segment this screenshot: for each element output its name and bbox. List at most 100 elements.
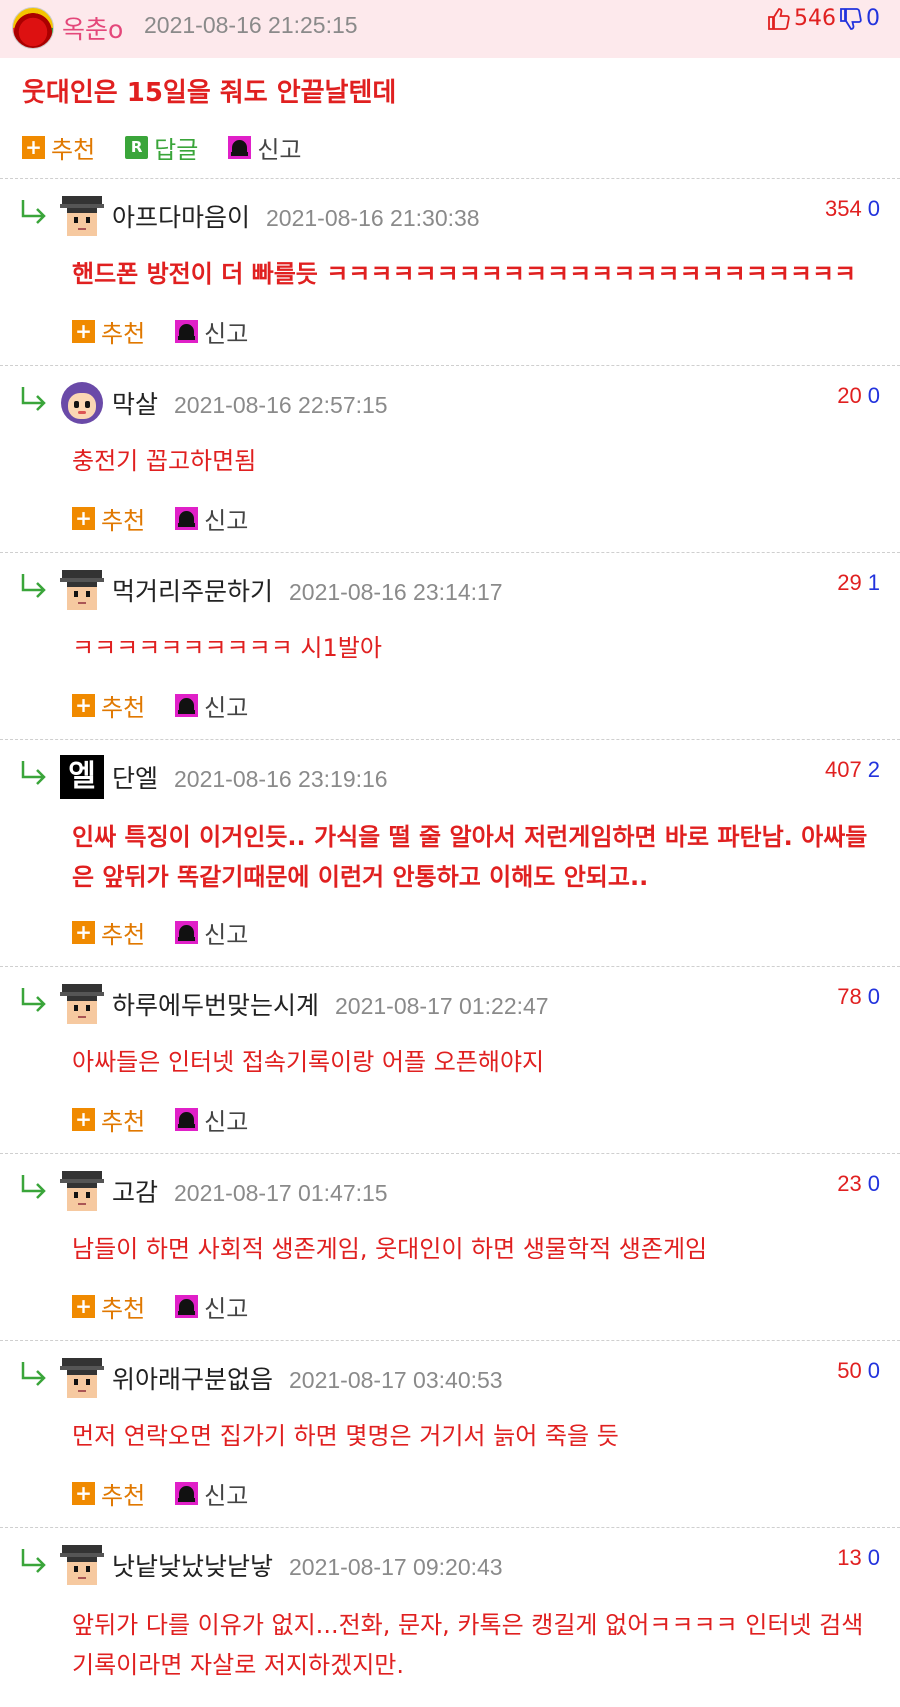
comment: 위아래구분없음 2021-08-17 03:40:53 50 0 먼저 연락오면 집… xyxy=(0,1346,900,1527)
comment-actions: + 추천 신고 xyxy=(72,1476,248,1511)
comment-text: ㅋㅋㅋㅋㅋㅋㅋㅋㅋㅋ 시1발아 xyxy=(72,634,382,662)
user-avatar[interactable] xyxy=(60,381,104,425)
recommend-button[interactable]: + 추천 xyxy=(72,501,145,536)
report-label: 신고 xyxy=(204,1295,249,1323)
report-button[interactable]: 신고 xyxy=(175,1289,248,1324)
user-avatar[interactable] xyxy=(60,568,104,612)
recommend-button[interactable]: + 추천 xyxy=(72,314,145,349)
reply-button[interactable]: R 답글 xyxy=(125,130,198,165)
downvote-count: 0 xyxy=(867,1358,880,1383)
siren-icon xyxy=(175,320,199,343)
comment-text: 먼저 연락오면 집가기 하면 몇명은 거기서 늙어 죽을 듯 xyxy=(72,1422,619,1450)
upvote-count: 20 xyxy=(837,383,862,408)
downvote-count: 0 xyxy=(867,196,880,221)
comment-actions: + 추천 신고 xyxy=(72,501,248,536)
comment: 고감 2021-08-17 01:47:15 23 0 남들이 하면 사회적 생존게… xyxy=(0,1159,900,1340)
siren-icon xyxy=(228,136,252,159)
user-avatar[interactable] xyxy=(60,1543,104,1587)
report-button[interactable]: 신고 xyxy=(175,1102,248,1137)
recommend-button[interactable]: + 추천 xyxy=(72,1102,145,1137)
reply-arrow-icon xyxy=(21,761,46,785)
post-upvote-count: 546 xyxy=(794,6,836,31)
siren-icon xyxy=(175,921,199,944)
plus-icon: + xyxy=(72,1295,95,1318)
report-button[interactable]: 신고 xyxy=(175,314,248,349)
user-avatar[interactable] xyxy=(60,1169,104,1213)
recommend-label: 추천 xyxy=(51,136,96,164)
user-avatar[interactable] xyxy=(60,194,104,238)
comment-date: 2021-08-17 01:47:15 xyxy=(174,1180,388,1206)
comment-author[interactable]: 막살 xyxy=(112,390,158,419)
comment-votes: 29 1 xyxy=(837,570,880,596)
divider xyxy=(0,739,900,740)
report-label: 신고 xyxy=(204,320,249,348)
siren-icon xyxy=(175,1482,199,1505)
report-button[interactable]: 신고 xyxy=(175,688,248,723)
recommend-button[interactable]: + 추천 xyxy=(72,1289,145,1324)
downvote-count: 2 xyxy=(867,757,880,782)
comment-date: 2021-08-16 23:19:16 xyxy=(174,766,388,792)
downvote-count: 0 xyxy=(867,1545,880,1570)
comment-date: 2021-08-17 01:22:47 xyxy=(335,993,549,1019)
recommend-label: 추천 xyxy=(101,507,146,535)
thumbs-up-icon[interactable] xyxy=(767,7,791,31)
user-avatar[interactable]: 엘 xyxy=(60,755,104,799)
report-button[interactable]: 신고 xyxy=(175,1476,248,1511)
plus-icon: + xyxy=(72,1108,95,1131)
downvote-count: 1 xyxy=(867,570,880,595)
report-button[interactable]: 신고 xyxy=(228,130,302,165)
comment-author[interactable]: 단엘 xyxy=(112,764,158,793)
report-label: 신고 xyxy=(204,921,249,949)
comment-meta: 먹거리주문하기 2021-08-16 23:14:17 xyxy=(112,572,503,608)
comment-text: 앞뒤가 다를 이유가 없지...전화, 문자, 카톡은 캥길게 없어ㅋㅋㅋㅋ 인… xyxy=(72,1611,864,1679)
siren-icon xyxy=(175,694,199,717)
reply-arrow-icon xyxy=(21,200,46,224)
upvote-count: 407 xyxy=(825,757,862,782)
plus-icon: + xyxy=(72,694,95,717)
comment-date: 2021-08-17 09:20:43 xyxy=(289,1554,503,1580)
upvote-count: 13 xyxy=(837,1545,862,1570)
siren-icon xyxy=(175,1108,199,1131)
comment-author[interactable]: 아프다마음이 xyxy=(112,203,250,232)
comment-author[interactable]: 먹거리주문하기 xyxy=(112,577,273,606)
upvote-count: 29 xyxy=(837,570,862,595)
thumbs-down-icon[interactable] xyxy=(839,7,863,31)
comment-actions: + 추천 신고 xyxy=(72,314,248,349)
comment-text: 충전기 꼽고하면됨 xyxy=(72,447,257,475)
divider xyxy=(0,1153,900,1154)
recommend-button[interactable]: + 추천 xyxy=(72,688,145,723)
comment-meta: 단엘 2021-08-16 23:19:16 xyxy=(112,759,388,795)
comment: 먹거리주문하기 2021-08-16 23:14:17 29 1 ㅋㅋㅋㅋㅋㅋㅋㅋㅋ… xyxy=(0,558,900,739)
user-avatar[interactable] xyxy=(60,1356,104,1400)
recommend-button[interactable]: + 추천 xyxy=(72,1476,145,1511)
comment-date: 2021-08-16 22:57:15 xyxy=(174,392,388,418)
user-avatar[interactable] xyxy=(60,982,104,1026)
comment-votes: 13 0 xyxy=(837,1545,880,1571)
reply-arrow-icon xyxy=(21,988,46,1012)
report-button[interactable]: 신고 xyxy=(175,915,248,950)
report-label: 신고 xyxy=(257,136,302,164)
divider xyxy=(0,1340,900,1341)
comment-meta: 고감 2021-08-17 01:47:15 xyxy=(112,1173,388,1209)
report-button[interactable]: 신고 xyxy=(175,501,248,536)
comment-author[interactable]: 하루에두번맞는시계 xyxy=(112,991,319,1020)
recommend-button[interactable]: + 추천 xyxy=(72,915,145,950)
comment-actions: + 추천 신고 xyxy=(72,688,248,723)
comment-meta: 위아래구분없음 2021-08-17 03:40:53 xyxy=(112,1360,503,1396)
author-avatar[interactable] xyxy=(12,7,54,49)
post-author[interactable]: 옥춘o xyxy=(62,10,123,46)
comment-author[interactable]: 낫낱낮났낮낟낳 xyxy=(112,1552,273,1581)
recommend-label: 추천 xyxy=(101,694,146,722)
post-date: 2021-08-16 21:25:15 xyxy=(144,12,358,38)
comment-author[interactable]: 고감 xyxy=(112,1178,158,1207)
comment-text: 아싸들은 인터넷 접속기록이랑 어플 오픈해야지 xyxy=(72,1048,545,1076)
comment-meta: 낫낱낮났낮낟낳 2021-08-17 09:20:43 xyxy=(112,1547,503,1583)
comment-author[interactable]: 위아래구분없음 xyxy=(112,1365,273,1394)
divider xyxy=(0,1527,900,1528)
recommend-button[interactable]: + 추천 xyxy=(22,130,95,165)
reply-icon: R xyxy=(125,136,149,159)
report-label: 신고 xyxy=(204,1482,249,1510)
plus-icon: + xyxy=(72,921,95,944)
recommend-label: 추천 xyxy=(101,320,146,348)
upvote-count: 78 xyxy=(837,984,862,1009)
